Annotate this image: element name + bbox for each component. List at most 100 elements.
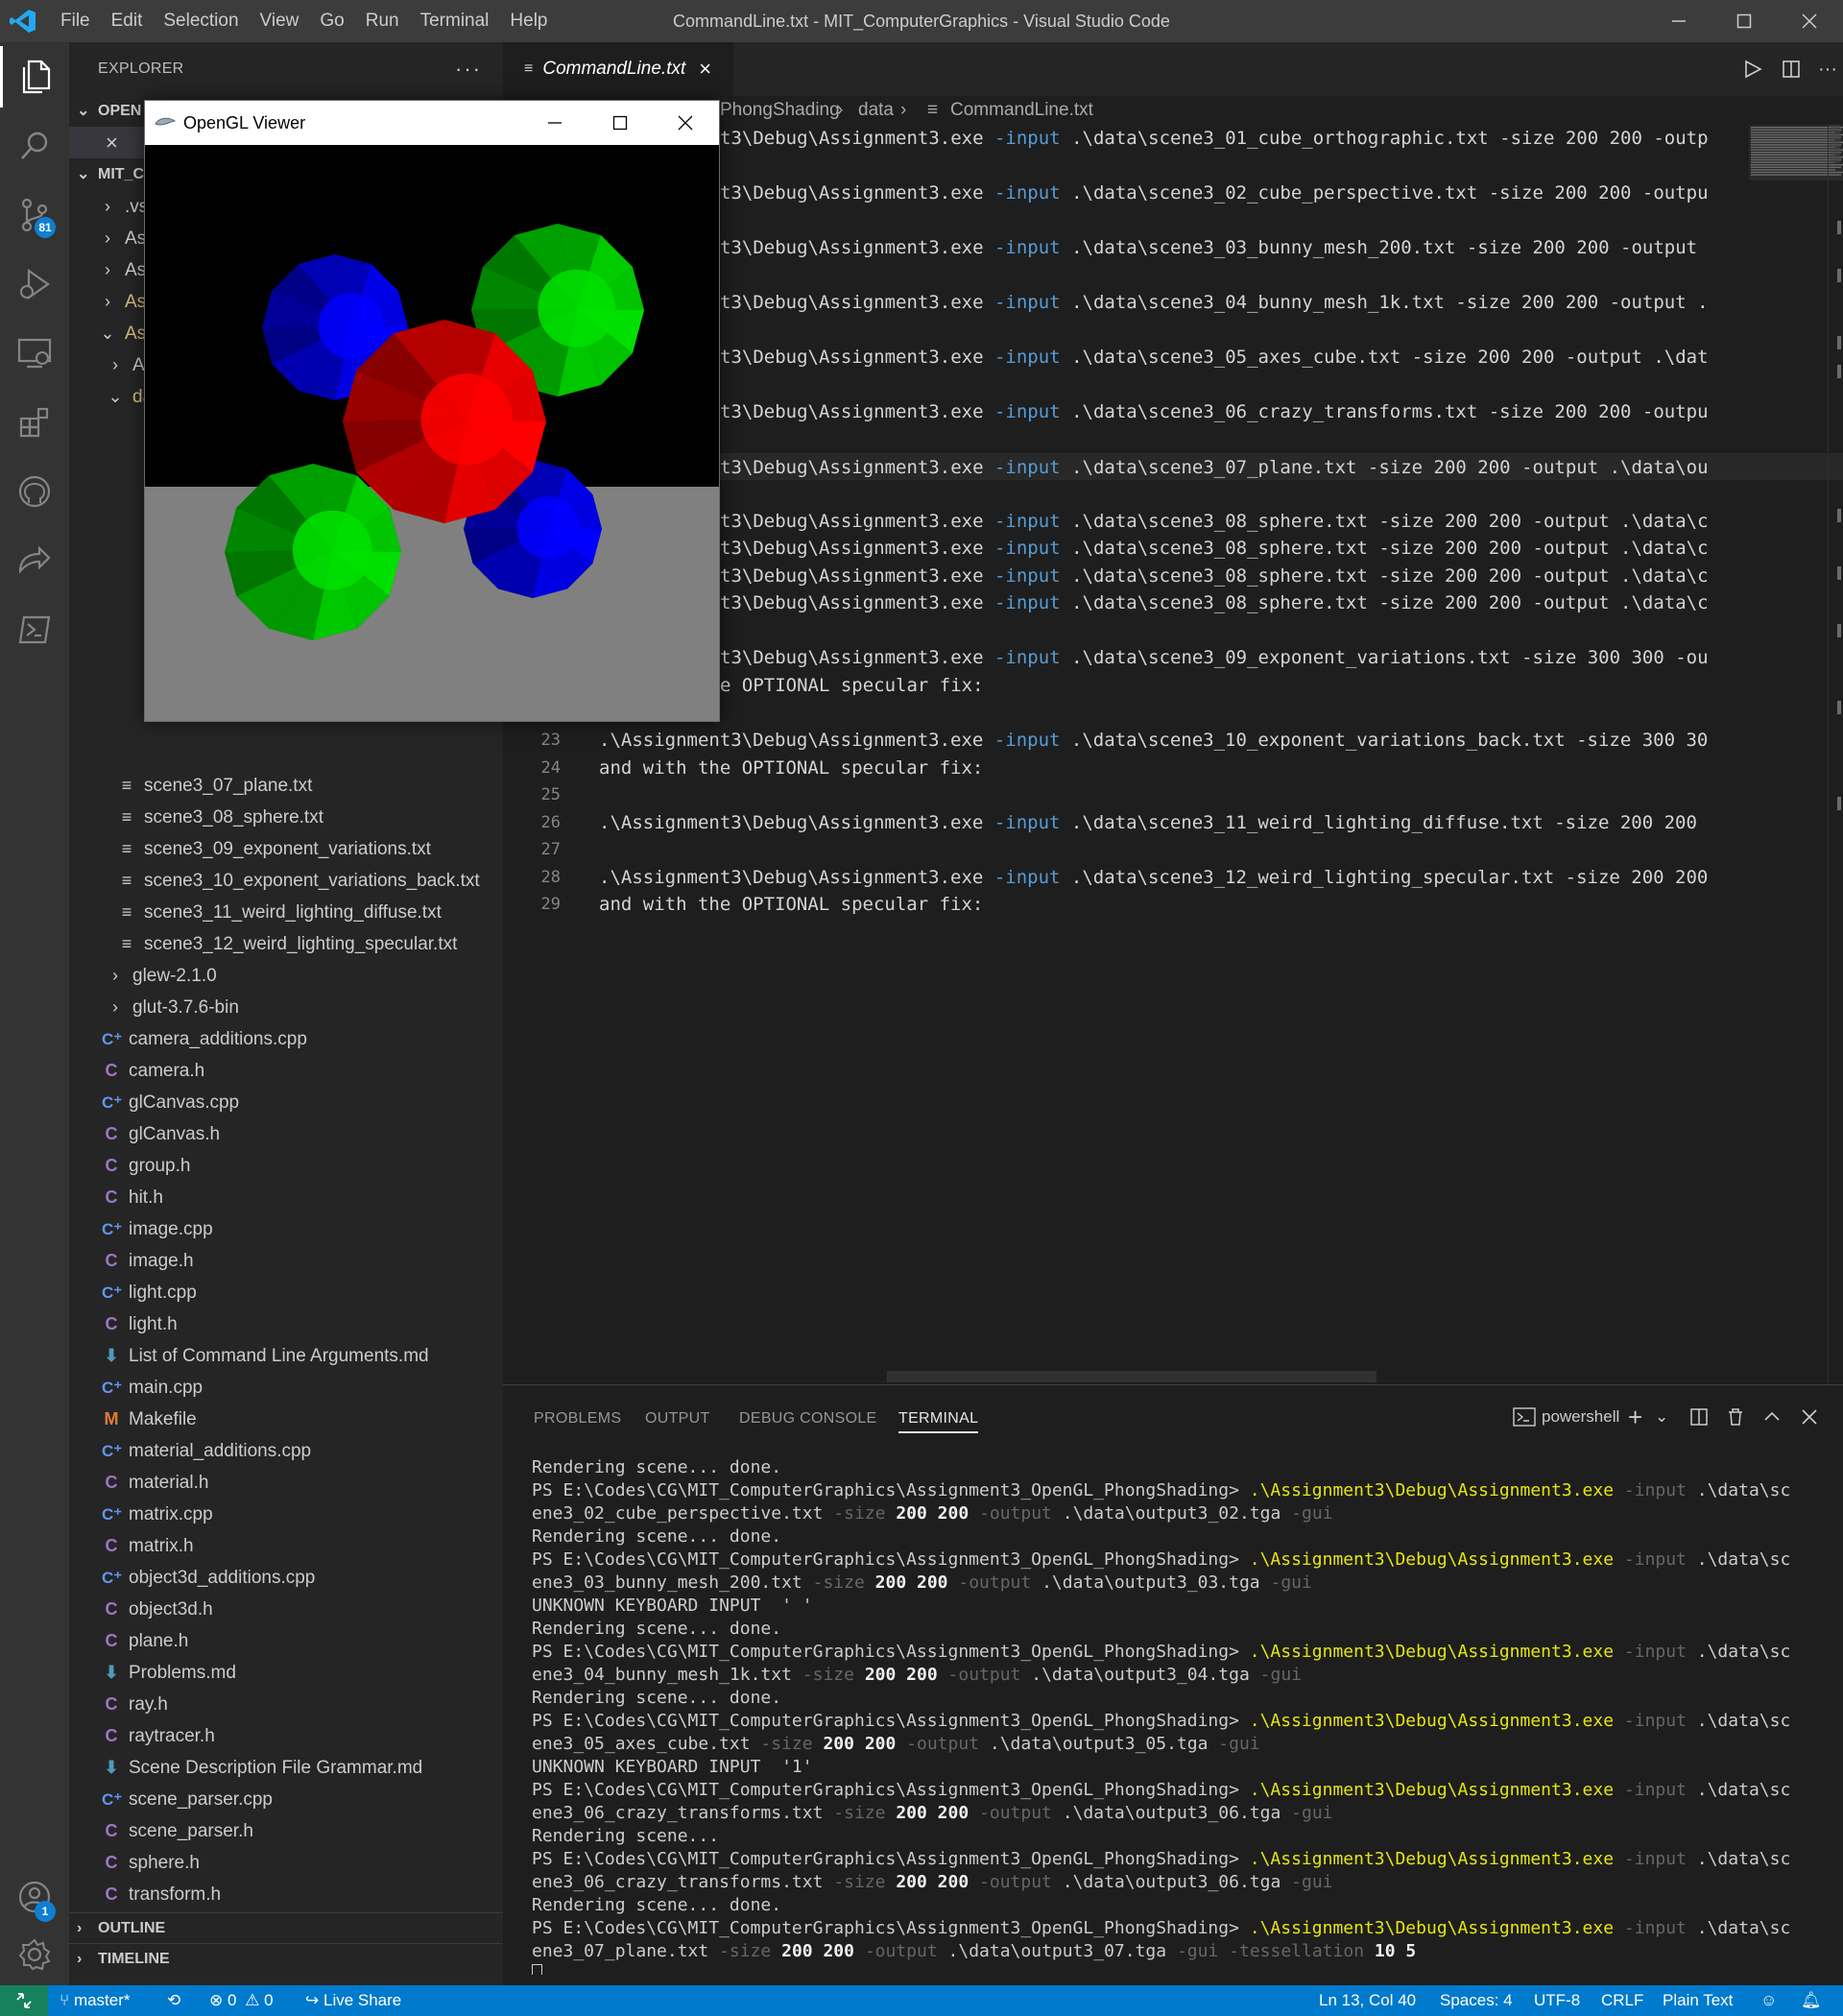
file-item[interactable]: C⁺ light.cpp bbox=[69, 1277, 503, 1308]
opengl-title-bar[interactable]: OpenGL Viewer bbox=[145, 101, 719, 145]
file-item[interactable]: C⁺ matrix.cpp bbox=[69, 1499, 503, 1530]
kill-terminal-button[interactable] bbox=[1726, 1403, 1745, 1431]
tab-commandline[interactable]: ≡ CommandLine.txt × bbox=[503, 42, 733, 96]
timeline-section[interactable]: › TIMELINE bbox=[69, 1943, 503, 1974]
file-item[interactable]: Cimage.h bbox=[69, 1245, 503, 1277]
run-debug-icon[interactable] bbox=[0, 253, 69, 315]
file-item[interactable]: Chit.h bbox=[69, 1182, 503, 1213]
branch-indicator[interactable]: ⑂ master* bbox=[60, 1985, 131, 2016]
breadcrumb-folder[interactable]: PhongShading bbox=[720, 96, 840, 125]
file-item[interactable]: Cmaterial.h bbox=[69, 1467, 503, 1499]
data-file-item[interactable]: ≡ scene3_09_exponent_variations.txt bbox=[69, 833, 503, 865]
file-item[interactable]: Cgroup.h bbox=[69, 1150, 503, 1182]
data-file-item[interactable]: ≡ scene3_10_exponent_variations_back.txt bbox=[69, 865, 503, 897]
maximize-panel-button[interactable] bbox=[1762, 1403, 1782, 1431]
close-icon[interactable]: × bbox=[106, 131, 118, 155]
breadcrumb-file[interactable]: CommandLine.txt bbox=[950, 96, 1093, 125]
tab-terminal[interactable]: TERMINAL bbox=[898, 1404, 979, 1433]
file-item[interactable]: C⁺ main.cpp bbox=[69, 1372, 503, 1404]
cursor-position[interactable]: Ln 13, Col 40 bbox=[1319, 1985, 1416, 2016]
editor-more-button[interactable]: ··· bbox=[1808, 42, 1843, 96]
sync-button[interactable]: ⟲ bbox=[167, 1985, 180, 2016]
file-item[interactable]: C⁺ object3d_additions.cpp bbox=[69, 1562, 503, 1594]
data-file-item[interactable]: ≡ scene3_07_plane.txt bbox=[69, 770, 503, 802]
close-icon[interactable]: × bbox=[699, 57, 711, 82]
data-file-item[interactable]: ≡ scene3_08_sphere.txt bbox=[69, 802, 503, 833]
minimap[interactable] bbox=[1722, 125, 1843, 1384]
accounts-icon[interactable]: 1 bbox=[0, 1866, 69, 1928]
gl-minimize-button[interactable] bbox=[523, 101, 586, 145]
indentation[interactable]: Spaces: 4 bbox=[1440, 1985, 1513, 2016]
file-item[interactable]: Cplane.h bbox=[69, 1625, 503, 1657]
data-file-item[interactable]: ≡ scene3_12_weird_lighting_specular.txt bbox=[69, 928, 503, 960]
more-actions-icon[interactable]: ··· bbox=[455, 42, 482, 96]
terminal-shell-select[interactable]: powershell bbox=[1513, 1403, 1619, 1431]
menu-selection[interactable]: Selection bbox=[153, 0, 249, 42]
file-item[interactable]: ⬇ Problems.md bbox=[69, 1657, 503, 1689]
split-editor-button[interactable] bbox=[1772, 42, 1810, 96]
outline-section[interactable]: › OUTLINE bbox=[69, 1912, 503, 1943]
gl-close-button[interactable] bbox=[654, 101, 717, 145]
menu-view[interactable]: View bbox=[250, 0, 310, 42]
file-item[interactable]: Clight.h bbox=[69, 1308, 503, 1340]
file-item[interactable]: M Makefile bbox=[69, 1404, 503, 1435]
settings-gear-icon[interactable] bbox=[0, 1924, 69, 1985]
encoding[interactable]: UTF-8 bbox=[1534, 1985, 1580, 2016]
split-terminal-button[interactable] bbox=[1689, 1403, 1709, 1431]
file-item[interactable]: Cray.h bbox=[69, 1689, 503, 1720]
opengl-render-canvas[interactable] bbox=[145, 145, 719, 721]
close-panel-button[interactable] bbox=[1801, 1403, 1818, 1431]
data-file-item[interactable]: ≡ scene3_11_weird_lighting_diffuse.txt bbox=[69, 897, 503, 928]
file-item[interactable]: ⬇ Scene Description File Grammar.md bbox=[69, 1752, 503, 1784]
tree-folder[interactable]: › glut-3.7.6-bin bbox=[69, 992, 503, 1023]
menu-file[interactable]: File bbox=[50, 0, 101, 42]
file-item[interactable]: ⬇ List of Command Line Arguments.md bbox=[69, 1340, 503, 1372]
line-ending[interactable]: CRLF bbox=[1601, 1985, 1643, 2016]
tab-problems[interactable]: PROBLEMS bbox=[534, 1404, 621, 1433]
source-control-icon[interactable]: 81 bbox=[0, 184, 69, 246]
menu-go[interactable]: Go bbox=[309, 0, 354, 42]
file-item[interactable]: Ccamera.h bbox=[69, 1055, 503, 1087]
file-item[interactable]: C⁺ material_additions.cpp bbox=[69, 1435, 503, 1467]
github-icon[interactable] bbox=[0, 461, 69, 522]
file-item[interactable]: Craytracer.h bbox=[69, 1720, 503, 1752]
tab-debug-console[interactable]: DEBUG CONSOLE bbox=[739, 1404, 877, 1433]
terminal-dropdown-button[interactable]: ⌄ bbox=[1655, 1403, 1668, 1431]
remote-indicator[interactable] bbox=[0, 1985, 48, 2016]
file-item[interactable]: Ctransform.h bbox=[69, 1879, 503, 1910]
file-item[interactable]: Csphere.h bbox=[69, 1847, 503, 1879]
live-share-icon[interactable] bbox=[0, 530, 69, 591]
remote-explorer-icon[interactable] bbox=[0, 323, 69, 384]
file-item[interactable]: C⁺ camera_additions.cpp bbox=[69, 1023, 503, 1055]
gl-maximize-button[interactable] bbox=[588, 101, 652, 145]
file-item[interactable]: Cscene_parser.h bbox=[69, 1815, 503, 1847]
file-item[interactable]: Cmatrix.h bbox=[69, 1530, 503, 1562]
tab-output[interactable]: OUTPUT bbox=[645, 1404, 710, 1433]
terminal-output[interactable]: Rendering scene... done. PS E:\Codes\CG\M… bbox=[532, 1456, 1828, 1975]
file-item[interactable]: C⁺ image.cpp bbox=[69, 1213, 503, 1245]
explorer-icon[interactable] bbox=[0, 46, 69, 108]
file-item[interactable]: C⁺ glCanvas.cpp bbox=[69, 1087, 503, 1118]
tree-folder[interactable]: › glew-2.1.0 bbox=[69, 960, 503, 992]
menu-edit[interactable]: Edit bbox=[101, 0, 154, 42]
search-icon[interactable] bbox=[0, 115, 69, 177]
powershell-icon[interactable] bbox=[0, 599, 69, 660]
live-share-button[interactable]: ↪ Live Share bbox=[305, 1985, 401, 2016]
breadcrumb-data[interactable]: data bbox=[858, 96, 894, 125]
menu-terminal[interactable]: Terminal bbox=[410, 0, 500, 42]
vertical-scrollbar[interactable] bbox=[1828, 125, 1841, 1384]
feedback-icon[interactable]: ☺ bbox=[1760, 1985, 1777, 2016]
file-item[interactable]: C⁺ scene_parser.cpp bbox=[69, 1784, 503, 1815]
menu-run[interactable]: Run bbox=[355, 0, 410, 42]
problems-indicator[interactable]: ⊗ 0 ⚠ 0 bbox=[209, 1985, 274, 2016]
minimize-window-button[interactable] bbox=[1647, 0, 1711, 42]
maximize-window-button[interactable] bbox=[1712, 0, 1776, 42]
notifications-bell-icon[interactable]: 🔔︎ bbox=[1801, 1985, 1822, 2016]
horizontal-scrollbar[interactable] bbox=[503, 1369, 1716, 1384]
language-mode[interactable]: Plain Text bbox=[1663, 1985, 1733, 2016]
file-item[interactable]: CglCanvas.h bbox=[69, 1118, 503, 1150]
extensions-icon[interactable] bbox=[0, 392, 69, 453]
file-item[interactable]: Cobject3d.h bbox=[69, 1594, 503, 1625]
close-window-button[interactable] bbox=[1778, 0, 1841, 42]
new-terminal-button[interactable]: + bbox=[1628, 1403, 1642, 1431]
